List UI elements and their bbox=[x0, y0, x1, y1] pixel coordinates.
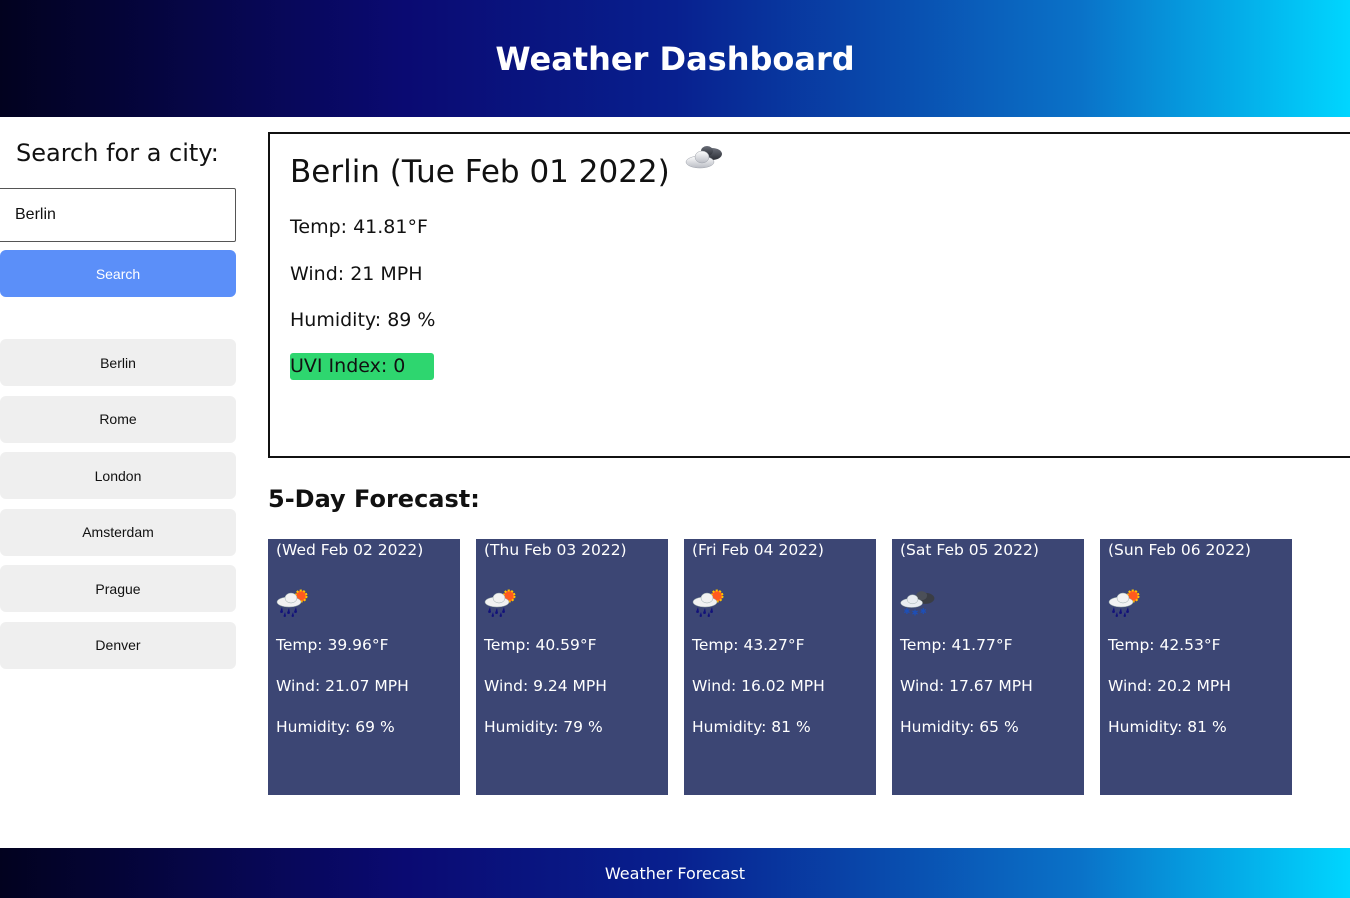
current-humidity: Humidity: 89 % bbox=[290, 309, 436, 331]
history-item-amsterdam[interactable]: Amsterdam bbox=[0, 508, 236, 556]
forecast-heading: 5-Day Forecast: bbox=[268, 485, 480, 513]
forecast-card: (Thu Feb 03 2022) Temp: 40.59°F Wind: 9.… bbox=[476, 539, 668, 795]
current-temp: Temp: 41.81°F bbox=[290, 216, 428, 238]
forecast-date: (Sat Feb 05 2022) bbox=[900, 541, 1039, 559]
sidebar: Search for a city: Search Berlin Rome Lo… bbox=[0, 117, 236, 817]
forecast-humidity: Humidity: 65 % bbox=[900, 718, 1019, 736]
forecast-wind: Wind: 17.67 MPH bbox=[900, 677, 1033, 695]
forecast-date: (Fri Feb 04 2022) bbox=[692, 541, 824, 559]
forecast-temp: Temp: 39.96°F bbox=[276, 636, 389, 654]
forecast-card: (Sun Feb 06 2022) Temp: 42.53°F Wind: 20… bbox=[1100, 539, 1292, 795]
history-item-prague[interactable]: Prague bbox=[0, 565, 236, 613]
footer-text: Weather Forecast bbox=[604, 863, 746, 883]
current-weather-card: Berlin (Tue Feb 01 2022) Temp: 41.81°F W… bbox=[268, 132, 1350, 458]
city-search-input[interactable] bbox=[0, 188, 236, 242]
forecast-humidity: Humidity: 69 % bbox=[276, 718, 395, 736]
cloud-moon-icon bbox=[685, 146, 722, 169]
forecast-humidity: Humidity: 81 % bbox=[1108, 718, 1227, 736]
current-wind: Wind: 21 MPH bbox=[290, 263, 423, 285]
forecast-humidity: Humidity: 81 % bbox=[692, 718, 811, 736]
forecast-wind: Wind: 21.07 MPH bbox=[276, 677, 409, 695]
app: Weather Dashboard Search for a city: Sea… bbox=[0, 0, 1350, 898]
search-heading: Search for a city: bbox=[16, 139, 219, 167]
history-item-berlin[interactable]: Berlin bbox=[0, 339, 236, 386]
rain-sun-icon bbox=[484, 589, 516, 617]
snow-cloud-icon: ✱ ✱ ✱ bbox=[900, 591, 935, 618]
uvi-badge: UVI Index: 0 bbox=[290, 353, 434, 380]
page-footer: Weather Forecast bbox=[0, 848, 1350, 898]
search-history-list: Berlin Rome London Amsterdam Prague Denv… bbox=[0, 339, 236, 679]
search-button[interactable]: Search bbox=[0, 250, 236, 297]
rain-sun-icon bbox=[276, 589, 308, 617]
forecast-temp: Temp: 41.77°F bbox=[900, 636, 1013, 654]
forecast-date: (Wed Feb 02 2022) bbox=[276, 541, 424, 559]
history-item-denver[interactable]: Denver bbox=[0, 621, 236, 669]
forecast-list: (Wed Feb 02 2022) Temp: 39.96°F Wind: 21… bbox=[268, 539, 1348, 795]
forecast-card: (Fri Feb 04 2022) Temp: 43.27°F Wind: 16… bbox=[684, 539, 876, 795]
svg-text:✱: ✱ bbox=[920, 606, 927, 616]
svg-text:✱: ✱ bbox=[903, 606, 910, 616]
history-item-rome[interactable]: Rome bbox=[0, 395, 236, 443]
forecast-wind: Wind: 9.24 MPH bbox=[484, 677, 607, 695]
rain-sun-icon bbox=[692, 589, 724, 617]
forecast-wind: Wind: 20.2 MPH bbox=[1108, 677, 1231, 695]
svg-text:✱: ✱ bbox=[912, 608, 919, 618]
forecast-card: (Sat Feb 05 2022) ✱ ✱ ✱ Temp: 41.77°F Wi… bbox=[892, 539, 1084, 795]
forecast-card: (Wed Feb 02 2022) Temp: 39.96°F Wind: 21… bbox=[268, 539, 460, 795]
forecast-temp: Temp: 40.59°F bbox=[484, 636, 597, 654]
history-item-london[interactable]: London bbox=[0, 452, 236, 500]
current-city-title: Berlin (Tue Feb 01 2022) bbox=[290, 154, 670, 190]
page-header: Weather Dashboard bbox=[0, 0, 1350, 117]
forecast-date: (Thu Feb 03 2022) bbox=[484, 541, 627, 559]
forecast-temp: Temp: 42.53°F bbox=[1108, 636, 1221, 654]
forecast-humidity: Humidity: 79 % bbox=[484, 718, 603, 736]
forecast-date: (Sun Feb 06 2022) bbox=[1108, 541, 1251, 559]
rain-sun-icon bbox=[1108, 589, 1140, 617]
forecast-temp: Temp: 43.27°F bbox=[692, 636, 805, 654]
page-title: Weather Dashboard bbox=[495, 39, 855, 78]
forecast-wind: Wind: 16.02 MPH bbox=[692, 677, 825, 695]
